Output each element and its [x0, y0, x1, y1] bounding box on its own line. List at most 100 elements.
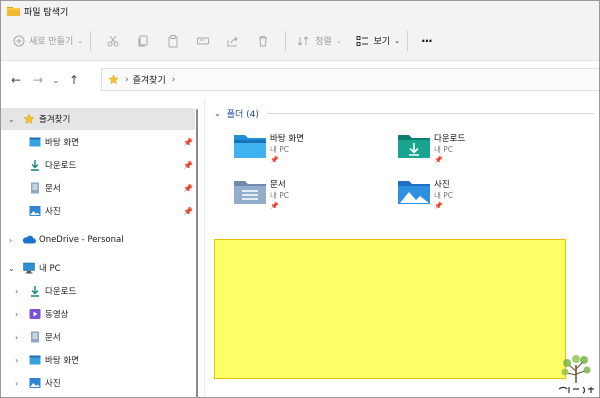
navigation-pane: ⌄ 즐겨찾기 바탕 화면 📌 다운로드 📌 문서 📌 사진 📌 › OneDri… — [1, 99, 203, 397]
copy-button[interactable] — [136, 29, 150, 53]
toolbar-separator — [90, 30, 92, 51]
picture-icon — [29, 378, 41, 388]
sidebar-item-pc-documents[interactable]: › 문서 — [1, 326, 195, 348]
sidebar-item-label: OneDrive - Personal — [39, 235, 124, 245]
view-button-label: 보기 — [373, 37, 391, 47]
new-button-label: 새로 만들기 — [29, 37, 74, 47]
chevron-down-icon[interactable]: ⌄ — [8, 115, 15, 124]
pin-icon: 📌 — [270, 202, 279, 210]
tile-location: 내 PC — [270, 191, 290, 200]
window-title: 파일 탐색기 — [24, 7, 69, 18]
folder-tile-desktop[interactable]: 바탕 화면 내 PC 📌 — [233, 132, 383, 172]
chevron-down-icon[interactable]: ⌄ — [8, 264, 15, 273]
delete-button[interactable] — [256, 29, 270, 53]
pin-icon: 📌 — [434, 156, 443, 164]
rename-button[interactable] — [196, 29, 210, 53]
plus-circle-icon — [13, 35, 25, 46]
sidebar-item-label: 사진 — [45, 379, 61, 389]
more-options-button[interactable]: ··· — [421, 29, 433, 53]
download-icon — [31, 286, 39, 297]
tree-watermark-logo — [558, 355, 594, 394]
sidebar-item-downloads[interactable]: 다운로드 📌 — [1, 154, 195, 176]
group-divider — [266, 113, 594, 114]
pin-icon: 📌 — [183, 183, 193, 193]
folder-tile-pictures[interactable]: 사진 내 PC 📌 — [397, 178, 547, 218]
sidebar-item-label: 바탕 화면 — [45, 356, 79, 366]
chevron-right-icon[interactable]: › — [15, 287, 18, 296]
chevron-down-icon: ⌄ — [52, 75, 60, 85]
sidebar-item-desktop[interactable]: 바탕 화면 📌 — [1, 131, 195, 153]
arrow-up-icon: ↑ — [68, 73, 80, 87]
pin-icon: 📌 — [434, 202, 443, 210]
view-icon — [356, 35, 368, 46]
breadcrumb-separator[interactable]: › — [172, 75, 176, 85]
document-icon — [31, 182, 39, 194]
sidebar-item-onedrive[interactable]: › OneDrive - Personal — [1, 229, 195, 251]
cloud-icon — [22, 235, 36, 244]
tile-name: 문서 — [270, 180, 286, 190]
toolbar-separator — [407, 30, 409, 51]
folder-tile-downloads[interactable]: 다운로드 내 PC 📌 — [397, 132, 547, 172]
sidebar-item-pc-downloads[interactable]: › 다운로드 — [1, 280, 195, 302]
rename-icon — [197, 37, 210, 44]
document-icon — [31, 331, 39, 343]
folders-group-header[interactable]: ⌄ 폴더 (4) — [214, 107, 594, 120]
sidebar-item-label: 문서 — [45, 184, 61, 194]
sidebar-item-this-pc[interactable]: ⌄ 내 PC — [1, 257, 195, 279]
sort-button-label: 정렬 — [315, 37, 332, 47]
sidebar-item-label: 다운로드 — [45, 287, 77, 297]
tile-location: 내 PC — [270, 145, 290, 154]
back-button[interactable]: ← — [6, 73, 26, 87]
sidebar-item-pictures[interactable]: 사진 📌 — [1, 200, 195, 222]
tile-name: 사진 — [434, 180, 450, 190]
computer-icon — [23, 262, 35, 274]
toolbar-separator — [285, 30, 287, 51]
view-button[interactable]: 보기 ⌄ — [356, 29, 400, 53]
trash-icon — [259, 35, 268, 46]
sort-icon — [297, 35, 309, 46]
sidebar-item-documents[interactable]: 문서 📌 — [1, 177, 195, 199]
sidebar-item-pc-pictures[interactable]: › 사진 — [1, 372, 195, 394]
sidebar-item-favorites[interactable]: ⌄ 즐겨찾기 — [1, 108, 195, 130]
downloads-folder-icon — [398, 135, 430, 158]
recent-locations-button[interactable]: ⌄ — [46, 76, 66, 85]
folder-icon — [7, 7, 20, 16]
forward-button[interactable]: → — [28, 73, 48, 87]
up-button[interactable]: ↑ — [64, 73, 84, 87]
pin-icon: 📌 — [183, 160, 193, 170]
sidebar-item-pc-desktop[interactable]: › 바탕 화면 — [1, 349, 195, 371]
breadcrumb-separator: › — [125, 74, 129, 85]
chevron-right-icon[interactable]: › — [9, 236, 12, 245]
documents-folder-icon — [234, 181, 266, 204]
breadcrumb-favorites[interactable]: 즐겨찾기 — [133, 73, 166, 86]
pin-icon: 📌 — [183, 206, 193, 216]
chevron-right-icon[interactable]: › — [15, 333, 18, 342]
sidebar-item-label: 동영상 — [45, 310, 69, 320]
share-icon — [227, 36, 238, 46]
star-icon — [108, 74, 119, 85]
tile-location: 내 PC — [434, 191, 454, 200]
copy-icon — [138, 35, 148, 46]
group-label: 폴더 (4) — [226, 110, 259, 120]
chevron-right-icon[interactable]: › — [15, 310, 18, 319]
pin-icon: 📌 — [270, 156, 279, 164]
chevron-down-icon: ⌄ — [335, 36, 342, 45]
sidebar-item-label: 문서 — [45, 333, 61, 343]
paste-button[interactable] — [166, 29, 180, 53]
content-pane: ⌄ 폴더 (4) 바탕 화면 내 PC 📌 다운로드 내 PC 📌 문서 내 P… — [205, 99, 599, 397]
share-button[interactable] — [226, 29, 240, 53]
sort-button[interactable]: 정렬 ⌄ — [297, 29, 342, 53]
new-button[interactable]: 새로 만들기 ⌄ — [13, 29, 83, 53]
cut-button[interactable] — [106, 29, 120, 53]
chevron-right-icon[interactable]: › — [15, 356, 18, 365]
sidebar-scrollbar[interactable] — [196, 109, 198, 397]
sidebar-item-pc-videos[interactable]: › 동영상 — [1, 303, 195, 325]
chevron-down-icon: ⌄ — [77, 36, 84, 45]
chevron-right-icon[interactable]: › — [15, 379, 18, 388]
desktop-folder-icon — [234, 135, 266, 158]
folder-tile-documents[interactable]: 문서 내 PC 📌 — [233, 178, 383, 218]
address-bar[interactable]: › 즐겨찾기 › — [101, 68, 599, 91]
title-bar: 파일 탐색기 — [1, 1, 599, 21]
sidebar-item-label: 다운로드 — [45, 161, 77, 171]
pin-icon: 📌 — [183, 137, 193, 147]
